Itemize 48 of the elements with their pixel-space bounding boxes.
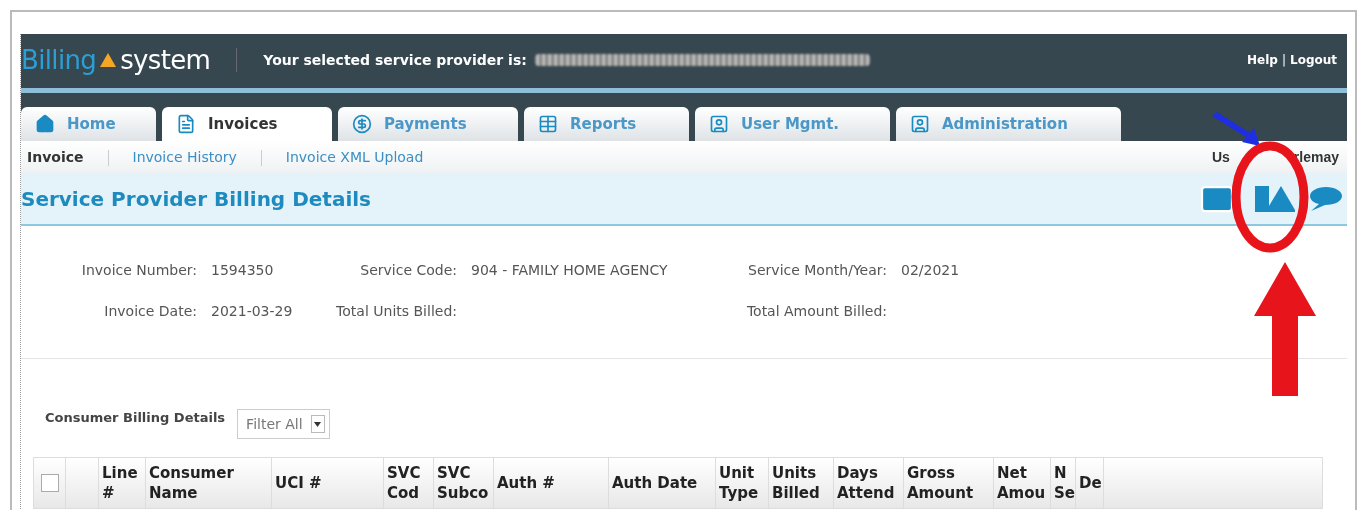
column-header[interactable]: Consumer Name — [146, 458, 272, 508]
column-header[interactable]: UCI # — [272, 458, 384, 508]
column-header[interactable]: Unit Type — [716, 458, 769, 508]
home-icon — [35, 114, 55, 134]
field-value: 2021-03-29 — [211, 303, 293, 319]
triangle-icon — [100, 53, 117, 67]
user-name: Us — [1211, 148, 1230, 167]
page-title: Service Provider Billing Details — [21, 186, 371, 213]
link-separator: | — [1281, 52, 1286, 69]
field-label: Service Code: — [360, 261, 458, 280]
table-icon — [538, 114, 558, 134]
section-title: Consumer Billing Details — [45, 409, 226, 428]
column-header[interactable]: Line # — [99, 458, 146, 508]
document-icon — [176, 114, 196, 134]
field-value: 904 - FAMILY HOME AGENCY — [471, 262, 668, 278]
field-label: Invoice Date: — [104, 302, 198, 321]
logo-text: system — [120, 43, 211, 77]
field-value: 1594350 — [211, 262, 274, 278]
nav-tab[interactable]: Invoices — [162, 107, 332, 141]
column-header[interactable]: Gross Amount — [904, 458, 994, 508]
field-label: Total Units Billed: — [336, 302, 458, 321]
page-icon[interactable] — [1255, 186, 1295, 212]
column-header[interactable]: Units Billed — [769, 458, 834, 508]
field-label: Invoice Number: — [81, 261, 198, 280]
subnav-link[interactable]: Invoice — [27, 147, 84, 168]
user-icon — [709, 114, 729, 134]
column-header[interactable]: SVC Subco — [434, 458, 494, 508]
user-icon — [910, 114, 930, 134]
annotation-arrow — [1212, 112, 1262, 148]
filter-dropdown[interactable]: Filter All — [237, 409, 330, 439]
column-header[interactable]: Auth Date — [609, 458, 716, 508]
column-header[interactable]: Auth # — [494, 458, 609, 508]
field-value: 02/2021 — [901, 262, 960, 278]
dollar-icon — [352, 114, 372, 134]
logo-text: Billing — [21, 43, 97, 77]
header-link[interactable]: Logout — [1290, 51, 1337, 69]
select-all-checkbox[interactable] — [40, 474, 59, 492]
chat-icon[interactable] — [1309, 186, 1343, 212]
column-header[interactable]: De — [1076, 458, 1104, 508]
field-label: Service Month/Year: — [748, 261, 888, 280]
provider-label: Your selected service provider is: — [263, 50, 527, 70]
column-header[interactable]: Net Amou — [994, 458, 1051, 508]
column-header[interactable]: Days Attend — [834, 458, 904, 508]
caret-icon — [310, 415, 325, 433]
header-link[interactable]: Help — [1247, 51, 1278, 69]
column-header[interactable]: N Se — [1051, 458, 1076, 508]
field-label: Total Amount Billed: — [746, 302, 888, 321]
column-header[interactable]: SVC Cod — [384, 458, 434, 508]
